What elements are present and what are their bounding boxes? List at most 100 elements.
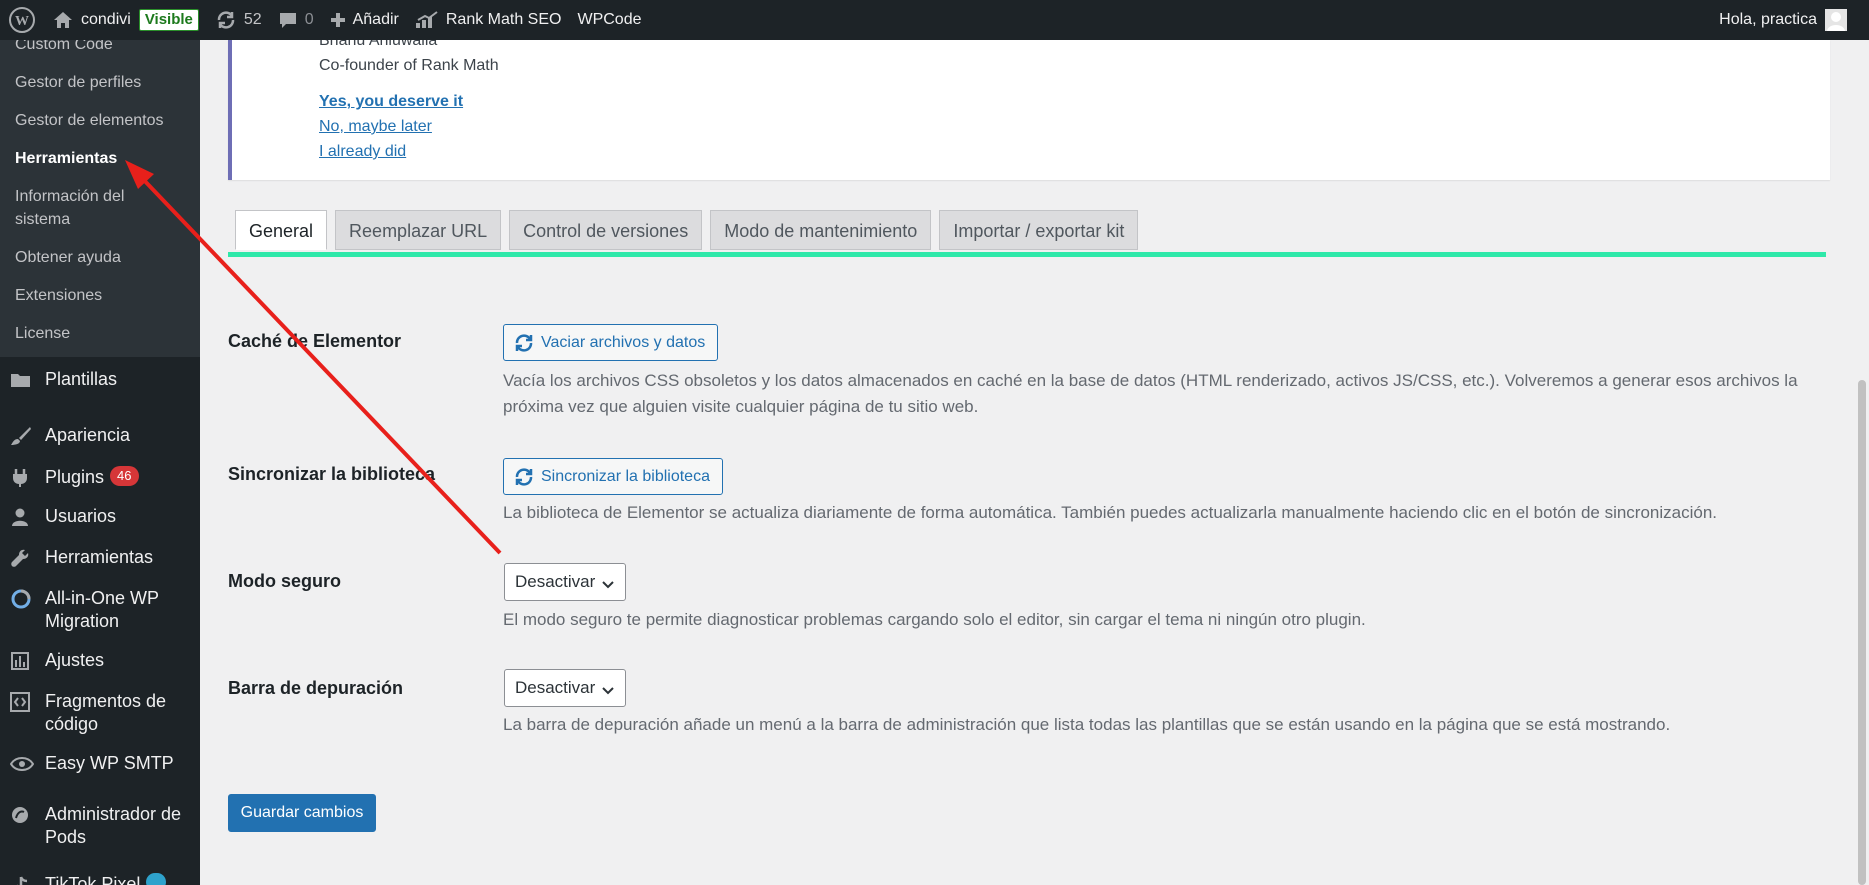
notice-link-already[interactable]: I already did bbox=[319, 143, 406, 161]
site-name-link[interactable]: condivi Visible bbox=[44, 0, 207, 40]
sidebar-item-usuarios[interactable]: Usuarios bbox=[0, 499, 200, 538]
my-account-link[interactable]: Hola, practica bbox=[1719, 0, 1847, 40]
save-changes-button[interactable]: Guardar cambios bbox=[228, 794, 376, 832]
sidebar-item-label: Fragmentos de código bbox=[45, 691, 167, 734]
submenu-item-gestor-perfiles[interactable]: Gestor de perfiles bbox=[0, 64, 200, 102]
tab-importar-exportar-kit[interactable]: Importar / exportar kit bbox=[939, 210, 1139, 250]
new-content-label: Añadir bbox=[352, 11, 399, 28]
visibility-badge: Visible bbox=[138, 9, 199, 31]
folder-icon bbox=[10, 368, 35, 391]
chevron-down-icon bbox=[601, 682, 615, 702]
sidebar-item-ajustes[interactable]: Ajustes bbox=[0, 643, 200, 682]
sidebar-item-tiktok[interactable]: TikTok Pixel bbox=[0, 859, 200, 885]
smtp-icon bbox=[10, 752, 35, 775]
home-icon bbox=[52, 10, 74, 30]
updates-link[interactable]: 52 bbox=[207, 0, 270, 40]
comments-link[interactable]: 0 bbox=[270, 0, 322, 40]
clear-cache-button[interactable]: Vaciar archivos y datos bbox=[503, 324, 719, 361]
submenu-item-informacion-sistema[interactable]: Información del sistema bbox=[0, 178, 150, 239]
sync-description: La biblioteca de Elementor se actualiza … bbox=[503, 503, 1718, 522]
sidebar-item-label: Ajustes bbox=[45, 650, 105, 670]
plus-icon bbox=[330, 12, 346, 28]
sidebar-item-pods[interactable]: Administrador de Pods bbox=[0, 785, 200, 859]
plugin-icon bbox=[10, 466, 35, 489]
users-icon bbox=[10, 505, 35, 528]
sidebar-item-plantillas[interactable]: Plantillas bbox=[0, 359, 200, 401]
debug-bar-value: Desactivar bbox=[515, 678, 596, 697]
sidebar-item-label: Usuarios bbox=[45, 506, 117, 526]
sidebar-item-label: Apariencia bbox=[45, 425, 131, 445]
scrollbar-thumb[interactable] bbox=[1858, 380, 1866, 885]
sidebar-item-apariencia[interactable]: Apariencia bbox=[0, 415, 200, 457]
avatar bbox=[1825, 9, 1847, 31]
submenu-item-obtener-ayuda[interactable]: Obtener ayuda bbox=[0, 239, 200, 277]
plugins-update-badge: 46 bbox=[110, 466, 139, 486]
main-content: Bhanu Ahluwalia Co-founder of Rank Math … bbox=[200, 32, 1855, 885]
sidebar-item-fragmentos-codigo[interactable]: Fragmentos de código bbox=[0, 682, 200, 746]
paintbrush-icon bbox=[10, 424, 35, 447]
wrench-icon bbox=[10, 546, 35, 569]
admin-bar: W condivi Visible 52 0 Añadir Rank Math … bbox=[0, 0, 1869, 40]
tab-control-versiones[interactable]: Control de versiones bbox=[509, 210, 703, 250]
notice-link-deserve[interactable]: Yes, you deserve it bbox=[319, 93, 463, 111]
page-scrollbar[interactable] bbox=[1855, 40, 1869, 885]
pods-icon bbox=[10, 803, 35, 826]
notice-link-later[interactable]: No, maybe later bbox=[319, 118, 432, 136]
safe-mode-value: Desactivar bbox=[515, 572, 596, 591]
settings-icon bbox=[10, 649, 35, 672]
sync-library-button[interactable]: Sincronizar la biblioteca bbox=[503, 458, 723, 495]
elementor-submenu: Custom Code Gestor de perfiles Gestor de… bbox=[0, 40, 200, 357]
submenu-item-license[interactable]: License bbox=[0, 315, 200, 353]
tiktok-icon bbox=[10, 873, 35, 885]
tools-tabs: General Reemplazar URL Control de versio… bbox=[235, 210, 1146, 250]
sidebar-item-label: Plantillas bbox=[45, 369, 118, 389]
updates-icon bbox=[215, 9, 237, 31]
wordpress-icon: W bbox=[8, 6, 36, 34]
site-name: condivi bbox=[81, 11, 131, 28]
new-content-link[interactable]: Añadir bbox=[322, 0, 407, 40]
sidebar-item-plugins[interactable]: Plugins 46 bbox=[0, 457, 200, 499]
sidebar-item-easy-wp-smtp[interactable]: Easy WP SMTP bbox=[0, 746, 200, 785]
tiktok-badge bbox=[146, 873, 167, 885]
submenu-item-gestor-elementos[interactable]: Gestor de elementos bbox=[0, 102, 200, 140]
submenu-item-extensiones[interactable]: Extensiones bbox=[0, 277, 200, 315]
sidebar-item-herramientas[interactable]: Herramientas bbox=[0, 538, 200, 579]
wordpress-logo-button[interactable]: W bbox=[0, 0, 44, 40]
debug-bar-label: Barra de depuración bbox=[228, 678, 404, 698]
code-snippets-icon bbox=[10, 690, 35, 713]
notice-author-role: Co-founder of Rank Math bbox=[319, 57, 499, 74]
rank-math-link[interactable]: Rank Math SEO bbox=[407, 0, 570, 40]
sidebar-item-label: Easy WP SMTP bbox=[45, 753, 174, 773]
migration-icon bbox=[10, 587, 35, 610]
submenu-item-custom-code[interactable]: Custom Code bbox=[0, 40, 200, 64]
wpcode-label: WPCode bbox=[577, 11, 642, 28]
sidebar-item-label: TikTok Pixel bbox=[45, 874, 141, 885]
debug-bar-select[interactable]: Desactivar bbox=[504, 669, 626, 707]
svg-text:W: W bbox=[15, 14, 29, 29]
tabs-underline bbox=[228, 252, 1826, 257]
wpcode-link[interactable]: WPCode bbox=[569, 0, 649, 40]
chevron-down-icon bbox=[601, 576, 615, 596]
sync-library-label: Sincronizar la biblioteca bbox=[541, 467, 710, 485]
greeting: Hola, practica bbox=[1719, 11, 1817, 28]
clear-cache-label: Vaciar archivos y datos bbox=[541, 333, 706, 351]
submenu-item-herramientas[interactable]: Herramientas bbox=[0, 140, 200, 178]
tab-general[interactable]: General bbox=[235, 210, 328, 250]
sync-label: Sincronizar la biblioteca bbox=[228, 464, 436, 484]
safe-mode-label: Modo seguro bbox=[228, 571, 341, 591]
refresh-icon bbox=[514, 333, 534, 353]
sidebar-item-label: Plugins bbox=[45, 467, 105, 487]
rank-math-icon bbox=[415, 11, 439, 29]
safe-mode-select[interactable]: Desactivar bbox=[504, 563, 626, 601]
sidebar-item-all-in-one-migration[interactable]: All-in-One WP Migration bbox=[0, 579, 200, 643]
tab-modo-mantenimiento[interactable]: Modo de mantenimiento bbox=[710, 210, 932, 250]
cache-label: Caché de Elementor bbox=[228, 331, 402, 351]
updates-count: 52 bbox=[243, 11, 262, 28]
comment-icon bbox=[278, 10, 298, 30]
sidebar-item-label: Herramientas bbox=[45, 547, 154, 567]
cache-description: Vacía los archivos CSS obsoletos y los d… bbox=[503, 371, 1798, 416]
tab-reemplazar-url[interactable]: Reemplazar URL bbox=[335, 210, 502, 250]
sidebar-item-label: All-in-One WP Migration bbox=[45, 588, 159, 631]
refresh-icon bbox=[514, 467, 534, 487]
rank-math-label: Rank Math SEO bbox=[445, 11, 562, 28]
